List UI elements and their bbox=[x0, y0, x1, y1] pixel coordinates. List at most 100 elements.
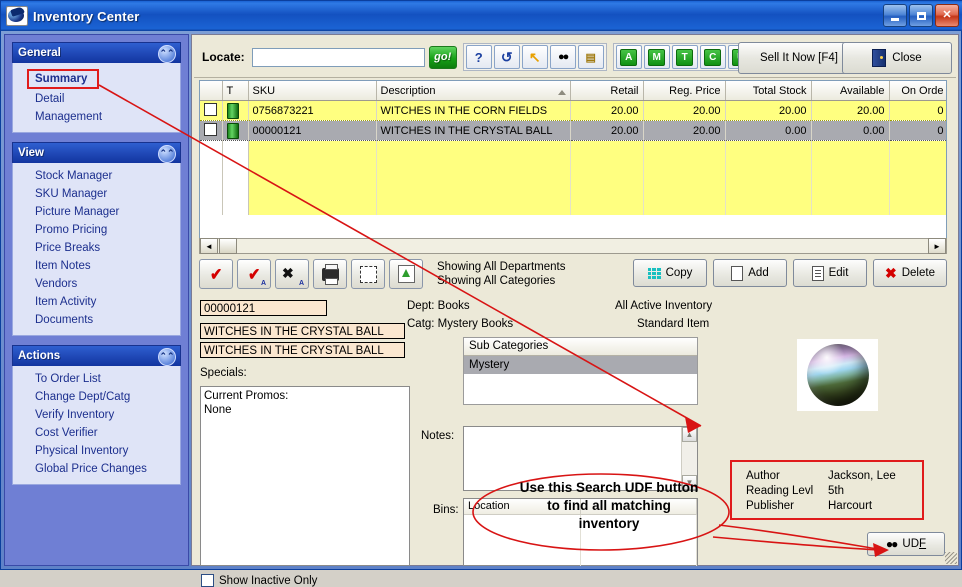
col-check[interactable] bbox=[200, 81, 223, 101]
check-button[interactable]: ✔ bbox=[199, 259, 233, 289]
sidebar-group-general-header[interactable]: General ⌃⌃ bbox=[12, 42, 181, 63]
table-row[interactable]: 00000121 WITCHES IN THE CRYSTAL BALL 20.… bbox=[200, 120, 946, 141]
jump-arrow-icon[interactable]: ↖ bbox=[521, 45, 548, 69]
sidebar-group-view-header[interactable]: View ⌃⌃ bbox=[12, 142, 181, 163]
udf-value-publisher: Harcourt bbox=[828, 500, 873, 512]
subcategories-list[interactable]: Sub Categories Mystery bbox=[463, 337, 698, 405]
sidebar-item-vendors[interactable]: Vendors bbox=[13, 275, 180, 293]
close-button-label: Close bbox=[892, 52, 922, 64]
window-resize-grip[interactable] bbox=[945, 552, 957, 564]
sidebar-group-general-title: General bbox=[18, 47, 61, 59]
delete-button[interactable]: ✖ Delete bbox=[873, 259, 947, 287]
grid-action-bar: ✔ ✔ A ✖ A Showing All Departments Showing … bbox=[199, 259, 947, 291]
row-reg-price: 20.00 bbox=[643, 120, 726, 141]
letter-badge-m: M bbox=[648, 48, 666, 66]
delete-x-icon: ✖ bbox=[885, 265, 897, 281]
table-empty-row bbox=[200, 140, 946, 215]
sidebar-item-picture-manager[interactable]: Picture Manager bbox=[13, 203, 180, 221]
row-checkbox[interactable] bbox=[204, 123, 217, 136]
find-binoculars-icon[interactable]: ●● bbox=[549, 45, 576, 69]
row-checkbox[interactable] bbox=[204, 103, 217, 116]
chevron-up-icon[interactable]: ⌃⌃ bbox=[158, 348, 176, 366]
toolbar: Locate: go! ? ↺ ↖ ●● ▤ A M T C U Sell It… bbox=[194, 37, 956, 78]
grid-horizontal-scrollbar[interactable]: ◄ ► bbox=[199, 238, 947, 254]
check-all-button[interactable]: ✔ A bbox=[237, 259, 271, 289]
maximize-button[interactable] bbox=[909, 4, 933, 27]
close-button[interactable]: Close bbox=[842, 42, 952, 74]
refresh-icon[interactable]: ↺ bbox=[493, 45, 520, 69]
sidebar-item-documents[interactable]: Documents bbox=[13, 311, 180, 329]
edit-button[interactable]: Edit bbox=[793, 259, 867, 287]
minimize-button[interactable] bbox=[883, 4, 907, 27]
show-inactive-checkbox[interactable] bbox=[201, 574, 214, 587]
print-button[interactable] bbox=[313, 259, 347, 289]
col-sku[interactable]: SKU bbox=[248, 81, 377, 101]
letter-button-c[interactable]: C bbox=[699, 45, 726, 69]
toolbar-icon-group: ? ↺ ↖ ●● ▤ bbox=[462, 43, 607, 71]
letter-button-m[interactable]: M bbox=[643, 45, 670, 69]
scroll-up-icon[interactable]: ▲ bbox=[682, 427, 697, 442]
row-checkbox-cell[interactable] bbox=[200, 100, 223, 121]
col-retail[interactable]: Retail bbox=[570, 81, 644, 101]
sidebar-item-detail[interactable]: Detail bbox=[13, 90, 180, 108]
sidebar-item-sku-manager[interactable]: SKU Manager bbox=[13, 185, 180, 203]
detail-sku-field[interactable]: 00000121 bbox=[200, 300, 327, 316]
sidebar-item-physical-inventory[interactable]: Physical Inventory bbox=[13, 442, 180, 460]
row-available: 0.00 bbox=[811, 120, 890, 141]
sidebar-item-to-order-list[interactable]: To Order List bbox=[13, 370, 180, 388]
table-row[interactable]: 0756873221 WITCHES IN THE CORN FIELDS 20… bbox=[200, 100, 946, 121]
col-available[interactable]: Available bbox=[811, 81, 890, 101]
sidebar-item-stock-manager[interactable]: Stock Manager bbox=[13, 167, 180, 185]
sidebar-item-summary[interactable]: Summary bbox=[27, 69, 100, 89]
close-window-button[interactable]: ✕ bbox=[935, 4, 959, 27]
sidebar-item-management[interactable]: Management bbox=[13, 108, 180, 126]
udf-values-box: Author Jackson, Lee Reading Levl 5th Pub… bbox=[730, 460, 924, 520]
col-type[interactable]: T bbox=[222, 81, 249, 101]
letter-button-a[interactable]: A bbox=[615, 45, 642, 69]
scroll-left-icon[interactable]: ◄ bbox=[200, 238, 218, 254]
chevron-up-icon[interactable]: ⌃⌃ bbox=[158, 45, 176, 63]
grid-button[interactable] bbox=[351, 259, 385, 289]
go-button[interactable]: go! bbox=[428, 45, 457, 69]
copy-button[interactable]: Copy bbox=[633, 259, 707, 287]
detail-description2-field[interactable]: WITCHES IN THE CRYSTAL BALL bbox=[200, 342, 405, 358]
export-button[interactable] bbox=[389, 259, 423, 289]
add-button[interactable]: Add bbox=[713, 259, 787, 287]
row-description: WITCHES IN THE CORN FIELDS bbox=[376, 100, 571, 121]
col-total-stock[interactable]: Total Stock bbox=[725, 81, 812, 101]
sidebar-item-item-notes[interactable]: Item Notes bbox=[13, 257, 180, 275]
sidebar-item-verify-inventory[interactable]: Verify Inventory bbox=[13, 406, 180, 424]
sidebar-item-item-activity[interactable]: Item Activity bbox=[13, 293, 180, 311]
detail-description1-field[interactable]: WITCHES IN THE CRYSTAL BALL bbox=[200, 323, 405, 339]
col-description[interactable]: Description bbox=[376, 81, 571, 101]
udf-value-reading-level: 5th bbox=[828, 485, 844, 497]
sidebar-item-promo-pricing[interactable]: Promo Pricing bbox=[13, 221, 180, 239]
locate-input[interactable] bbox=[251, 47, 425, 67]
sidebar-group-general-body: Summary Detail Management bbox=[12, 63, 181, 133]
window-controls: ✕ bbox=[883, 4, 959, 27]
sidebar-item-change-dept-catg[interactable]: Change Dept/Catg bbox=[13, 388, 180, 406]
chevron-up-icon[interactable]: ⌃⌃ bbox=[158, 145, 176, 163]
sidebar-item-global-price-changes[interactable]: Global Price Changes bbox=[13, 460, 180, 478]
row-on-order: 0 bbox=[889, 100, 946, 121]
help-icon[interactable]: ? bbox=[465, 45, 492, 69]
row-checkbox-cell[interactable] bbox=[200, 120, 223, 141]
letter-button-t[interactable]: T bbox=[671, 45, 698, 69]
col-reg-price[interactable]: Reg. Price bbox=[643, 81, 726, 101]
x-icon: ✖ bbox=[282, 265, 294, 281]
item-thumbnail[interactable] bbox=[797, 339, 878, 411]
col-on-order[interactable]: On Orde bbox=[889, 81, 946, 101]
scroll-thumb[interactable] bbox=[219, 238, 237, 254]
inventory-grid[interactable]: T SKU Description Retail Reg. Price Tota… bbox=[199, 80, 947, 240]
sidebar-item-cost-verifier[interactable]: Cost Verifier bbox=[13, 424, 180, 442]
preview-page-icon[interactable]: ▤ bbox=[577, 45, 604, 69]
scroll-right-icon[interactable]: ► bbox=[928, 238, 946, 254]
show-inactive-only-row[interactable]: Show Inactive Only bbox=[201, 574, 317, 587]
udf-key-reading-level: Reading Levl bbox=[746, 485, 814, 497]
sidebar-item-price-breaks[interactable]: Price Breaks bbox=[13, 239, 180, 257]
udf-search-button[interactable]: ●● UDF bbox=[867, 532, 945, 556]
uncheck-all-button[interactable]: ✖ A bbox=[275, 259, 309, 289]
copy-label: Copy bbox=[665, 267, 693, 279]
sidebar-group-actions-header[interactable]: Actions ⌃⌃ bbox=[12, 345, 181, 366]
subcategory-selected-item[interactable]: Mystery bbox=[464, 356, 697, 374]
